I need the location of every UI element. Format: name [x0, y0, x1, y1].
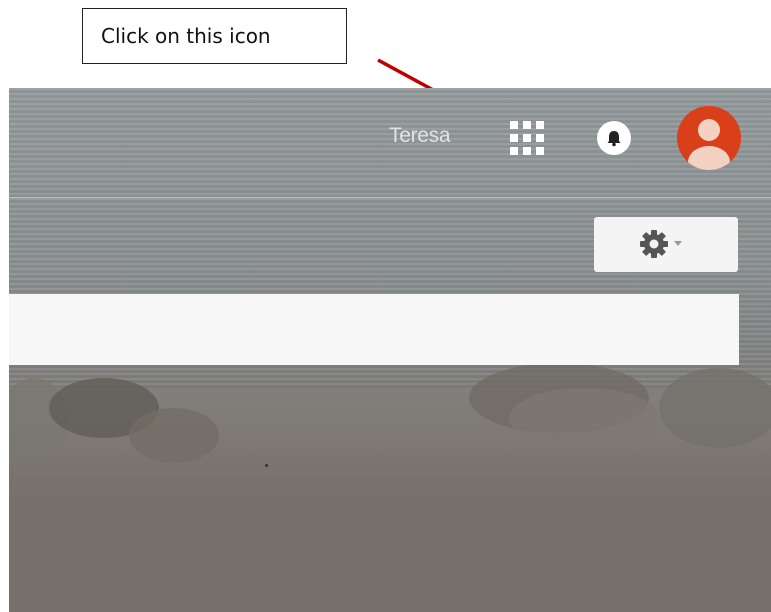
- apps-grid-icon[interactable]: [510, 121, 544, 155]
- background-rock: [509, 388, 659, 448]
- gear-icon: [640, 230, 682, 258]
- caret-down-icon: [674, 241, 682, 246]
- settings-button[interactable]: [594, 217, 738, 272]
- header-divider: [9, 197, 771, 198]
- app-screenshot: Teresa: [9, 88, 771, 612]
- background-fog: [9, 448, 771, 612]
- background-speck: [265, 464, 268, 467]
- search-bar[interactable]: [9, 294, 739, 365]
- callout-box: Click on this icon: [82, 8, 347, 64]
- background-rock: [659, 368, 771, 448]
- account-username[interactable]: Teresa: [389, 124, 451, 148]
- bell-icon: [607, 131, 621, 147]
- notifications-button[interactable]: [597, 121, 631, 155]
- avatar-icon: [688, 119, 730, 170]
- account-avatar-button[interactable]: [677, 106, 741, 170]
- callout-text: Click on this icon: [101, 24, 271, 48]
